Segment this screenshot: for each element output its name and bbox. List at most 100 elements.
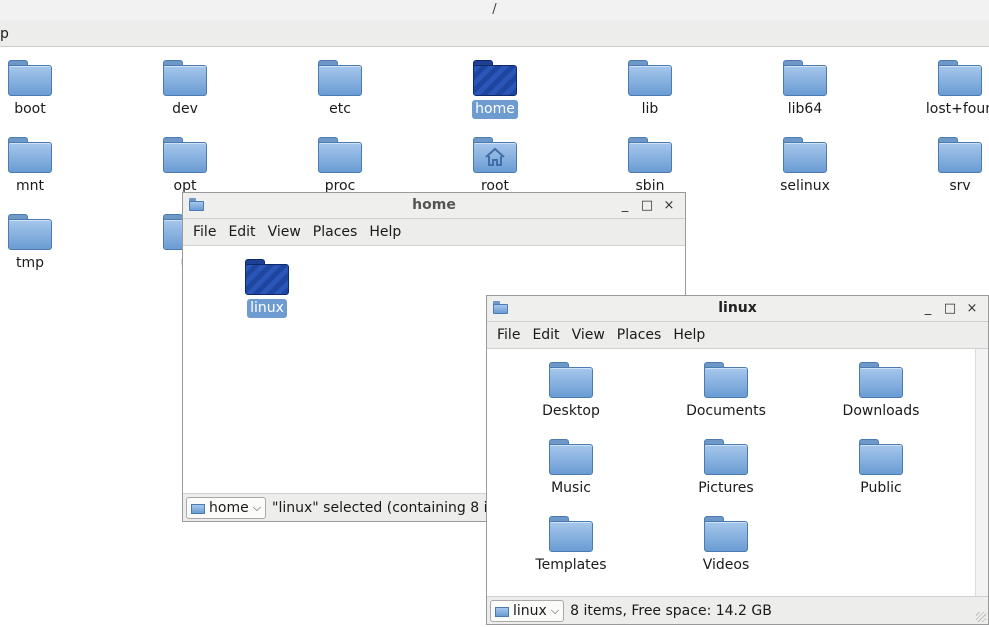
root-menubar[interactable]: p [0,20,989,47]
folder-icon [8,137,52,173]
maximize-button[interactable]: □ [639,193,655,218]
menu-file[interactable]: File [187,219,222,245]
folder-label: Music [551,480,591,496]
folder-icon [318,137,362,173]
folder-item[interactable]: dev [125,47,245,121]
minimize-button[interactable]: _ [920,296,936,321]
menu-file[interactable]: File [491,322,526,348]
folder-item[interactable]: boot [0,47,90,121]
root-window-title: / [0,0,989,20]
folder-label: Downloads [842,403,920,419]
home-folder-icon [473,137,517,173]
folder-label: boot [14,101,46,117]
menu-view[interactable]: View [566,322,611,348]
menu-view[interactable]: View [262,219,307,245]
folder-item[interactable]: srv [900,124,989,198]
path-label: home [209,499,249,516]
path-dropdown[interactable]: linux ⌵ [490,599,565,622]
folder-item[interactable]: linux [207,246,327,320]
menu-help[interactable]: Help [667,322,711,348]
folder-icon [549,516,593,552]
status-text: 8 items, Free space: 14.2 GB [570,602,772,619]
window-title: linux [718,300,757,316]
folder-icon [549,362,593,398]
folder-icon [495,605,509,617]
linux-window-titlebar[interactable]: linux _ □ × [487,296,988,322]
folder-icon [163,137,207,173]
folder-item[interactable]: lost+foun [900,47,989,121]
folder-item[interactable]: lib64 [745,47,865,121]
path-dropdown[interactable]: home ⌵ [186,496,267,519]
folder-selected-icon [245,259,289,295]
folder-icon [859,362,903,398]
folder-item[interactable]: Public [821,426,941,500]
folder-item[interactable]: opt [125,124,245,198]
linux-window[interactable]: linux _ □ × File Edit View Places Help Deskt… [486,295,989,625]
folder-label: lib [641,101,659,117]
folder-item[interactable]: mnt [0,124,90,198]
folder-label: Documents [686,403,766,419]
close-button[interactable]: × [964,296,980,321]
minimize-button[interactable]: _ [617,193,633,218]
scrollbar[interactable] [975,349,988,597]
folder-label: srv [949,178,971,194]
folder-icon [938,137,982,173]
folder-icon [859,439,903,475]
maximize-button[interactable]: □ [942,296,958,321]
folder-icon [628,60,672,96]
folder-icon [628,137,672,173]
menu-help[interactable]: Help [363,219,407,245]
folder-icon [318,60,362,96]
folder-label: linux [247,299,287,318]
chevron-down-icon: ⌵ [252,500,262,514]
menu-places[interactable]: Places [307,219,364,245]
linux-menubar: File Edit View Places Help [487,322,988,349]
folder-item[interactable]: etc [280,47,400,121]
folder-label: Templates [535,557,607,573]
folder-icon [191,502,205,514]
folder-label: Videos [702,557,750,573]
chevron-down-icon: ⌵ [550,603,560,617]
folder-icon [783,60,827,96]
folder-selected-icon [473,60,517,96]
folder-icon [189,198,205,212]
folder-label: etc [329,101,351,117]
folder-icon [704,516,748,552]
menu-edit[interactable]: Edit [222,219,261,245]
folder-item[interactable]: Music [511,426,631,500]
menu-edit[interactable]: Edit [526,322,565,348]
folder-label: tmp [15,255,44,271]
folder-label: Pictures [698,480,754,496]
folder-item[interactable]: Videos [666,503,786,577]
menu-places[interactable]: Places [611,322,668,348]
folder-label: mnt [16,178,44,194]
folder-icon [493,301,509,315]
folder-icon [783,137,827,173]
home-window-titlebar[interactable]: home _ □ × [183,193,685,219]
folder-item[interactable]: home [435,47,555,121]
home-menubar: File Edit View Places Help [183,219,685,246]
folder-icon [8,60,52,96]
folder-item[interactable]: lib [590,47,710,121]
root-menubar-fragment[interactable]: p [0,26,9,42]
folder-item[interactable]: tmp [0,201,90,275]
resize-grip[interactable] [976,612,986,622]
folder-item[interactable]: Downloads [821,349,941,423]
folder-item[interactable]: root [435,124,555,198]
folder-icon [704,362,748,398]
folder-item[interactable]: proc [280,124,400,198]
linux-statusbar: linux ⌵ 8 items, Free space: 14.2 GB [487,596,988,624]
folder-label: Public [860,480,902,496]
folder-item[interactable]: Templates [511,503,631,577]
folder-icon [8,214,52,250]
folder-item[interactable]: Pictures [666,426,786,500]
folder-item[interactable]: selinux [745,124,865,198]
folder-item[interactable]: Documents [666,349,786,423]
folder-icon [704,439,748,475]
folder-item[interactable]: Desktop [511,349,631,423]
path-label: linux [513,602,547,619]
close-button[interactable]: × [661,193,677,218]
folder-item[interactable]: sbin [590,124,710,198]
linux-icon-view[interactable]: Desktop Documents Downloads Music Pictures Pu… [487,349,988,597]
window-title: home [412,197,456,213]
